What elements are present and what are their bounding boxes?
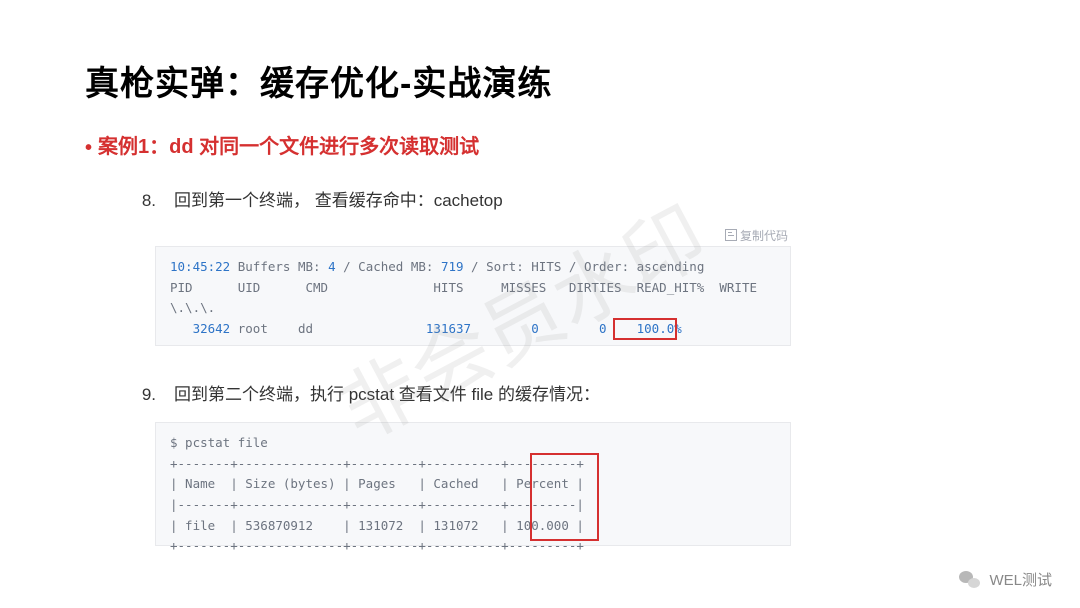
code1-line1: 10:45:22 Buffers MB: 4 / Cached MB: 719 …: [170, 257, 776, 278]
code-block-pcstat: $ pcstat file +-------+--------------+--…: [155, 422, 791, 546]
step-8-text: 回到第一个终端， 查看缓存命中：cachetop: [174, 191, 503, 210]
copy-label-1: 复制代码: [740, 229, 788, 243]
step-9: 9. 回到第二个终端，执行 pcstat 查看文件 file 的缓存情况：: [128, 380, 600, 405]
code1-user: root dd: [230, 321, 313, 336]
code1-pid: 32642: [170, 321, 230, 336]
code1-timestamp: 10:45:22: [170, 259, 230, 274]
footer-text: WEL测试: [989, 569, 1052, 590]
case-subtitle: • 案例1：dd 对同一个文件进行多次读取测试: [85, 130, 479, 159]
copy-code-button-1[interactable]: 复制代码: [725, 227, 788, 244]
code1-hits: 131637: [313, 321, 471, 336]
code1-buf-label: Buffers MB:: [230, 259, 328, 274]
code2-hdr: | Name | Size (bytes) | Pages | Cached |…: [170, 474, 776, 495]
copy-icon: [725, 229, 737, 241]
code1-dirties: 0: [539, 321, 607, 336]
code2-cmd: $ pcstat file: [170, 433, 776, 454]
code1-cached-label: / Cached MB:: [336, 259, 441, 274]
code2-row: | file | 536870912 | 131072 | 131072 | 1…: [170, 516, 776, 537]
code1-sort: / Sort: HITS / Order: ascending: [464, 259, 705, 274]
slide: 真枪实弹：缓存优化-实战演练 • 案例1：dd 对同一个文件进行多次读取测试 8.…: [0, 0, 1080, 608]
bullet-icon: •: [85, 138, 92, 158]
code1-row: 32642 root dd 131637 0 0 100.0%: [170, 319, 776, 340]
wechat-icon: [959, 571, 981, 589]
code1-readhit: 100.0%: [607, 321, 682, 336]
step-9-number: 9.: [128, 385, 156, 405]
code1-header: PID UID CMD HITS MISSES DIRTIES READ_HIT…: [170, 278, 776, 299]
code-block-cachetop: 复制代码 10:45:22 Buffers MB: 4 / Cached MB:…: [155, 246, 791, 346]
step-9-text: 回到第二个终端，执行 pcstat 查看文件 file 的缓存情况：: [174, 385, 600, 404]
subtitle-prefix: 案例1：dd: [98, 136, 194, 158]
code2-sep-top: +-------+--------------+---------+------…: [170, 454, 776, 475]
subtitle-rest: 对同一个文件进行多次读取测试: [194, 136, 480, 158]
code1-tail: \.\.\.: [170, 298, 776, 319]
code1-buf: 4: [328, 259, 336, 274]
code2-sep-bot: +-------+--------------+---------+------…: [170, 536, 776, 557]
code1-cached: 719: [441, 259, 464, 274]
footer: WEL测试: [959, 569, 1052, 590]
code2-sep-mid: |-------+--------------+---------+------…: [170, 495, 776, 516]
step-8-number: 8.: [128, 191, 156, 211]
code1-misses: 0: [471, 321, 539, 336]
step-8: 8. 回到第一个终端， 查看缓存命中：cachetop: [128, 186, 503, 211]
slide-title: 真枪实弹：缓存优化-实战演练: [85, 56, 552, 105]
